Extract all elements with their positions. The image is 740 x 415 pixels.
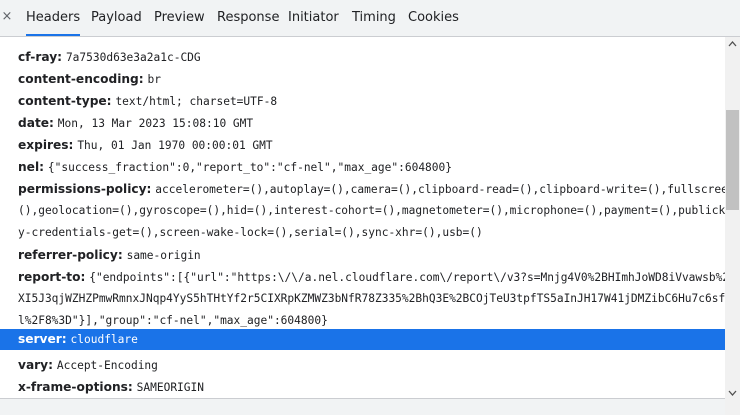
close-icon[interactable]: × (0, 9, 14, 24)
horizontal-scrollbar[interactable] (0, 398, 725, 415)
tab-response[interactable]: Response (217, 0, 279, 36)
header-row-expires[interactable]: expires: Thu, 01 Jan 1970 00:00:01 GMT (18, 134, 273, 157)
chevron-up-icon[interactable] (727, 40, 738, 48)
header-value: {"success_fraction":0,"report_to":"cf-ne… (47, 161, 453, 174)
tab-payload[interactable]: Payload (91, 0, 142, 36)
devtools-tabbar: × Headers Payload Preview Response Initi… (0, 0, 740, 37)
header-value: Thu, 01 Jan 1970 00:00:01 GMT (77, 139, 273, 152)
header-name: date: (18, 116, 54, 130)
header-value-continuation: y-credentials-get=(),screen-wake-lock=()… (18, 226, 483, 239)
header-name: x-frame-options: (18, 380, 133, 394)
chevron-down-icon[interactable] (727, 389, 738, 397)
header-name: cf-ray: (18, 50, 63, 64)
header-row-permissions-policy[interactable]: permissions-policy: accelerometer=(),aut… (18, 178, 725, 201)
header-row-nel[interactable]: nel: {"success_fraction":0,"report_to":"… (18, 156, 452, 179)
header-name: content-encoding: (18, 72, 144, 86)
scrollbar-corner (725, 403, 740, 415)
header-row-vary[interactable]: vary: Accept-Encoding (18, 354, 158, 377)
header-value: Mon, 13 Mar 2023 15:08:10 GMT (57, 117, 254, 130)
header-row-content-encoding[interactable]: content-encoding: br (18, 68, 161, 91)
header-name: vary: (18, 358, 53, 372)
header-name: nel: (18, 160, 44, 174)
header-name: permissions-policy: (18, 182, 152, 196)
header-value: text/html; charset=UTF-8 (115, 95, 278, 108)
header-row-date[interactable]: date: Mon, 13 Mar 2023 15:08:10 GMT (18, 112, 253, 135)
tab-initiator[interactable]: Initiator (288, 0, 339, 36)
tab-headers[interactable]: Headers (26, 0, 81, 36)
tab-timing[interactable]: Timing (352, 0, 396, 36)
vertical-scrollbar[interactable] (725, 37, 740, 403)
header-value: SAMEORIGIN (136, 381, 204, 394)
header-value: accelerometer=(),autoplay=(),camera=(),c… (155, 183, 725, 196)
header-name: report-to: (18, 270, 86, 284)
header-value: Accept-Encoding (56, 359, 158, 372)
header-row-referrer-policy[interactable]: referrer-policy: same-origin (18, 244, 201, 267)
header-name: expires: (18, 138, 74, 152)
header-row-server-selected[interactable]: server: cloudflare (0, 329, 725, 350)
header-value-continuation: (),geolocation=(),gyroscope=(),hid=(),in… (18, 204, 725, 217)
header-row-cf-ray[interactable]: cf-ray: 7a7530d63e3a2a1c-CDG (18, 46, 201, 69)
header-name: server: (18, 332, 67, 346)
header-row-content-type[interactable]: content-type: text/html; charset=UTF-8 (18, 90, 277, 113)
header-row-report-to[interactable]: report-to: {"endpoints":[{"url":"https:\… (18, 266, 725, 289)
header-name: referrer-policy: (18, 248, 123, 262)
header-row-x-frame-options[interactable]: x-frame-options: SAMEORIGIN (18, 376, 204, 398)
header-value: 7a7530d63e3a2a1c-CDG (65, 51, 201, 64)
header-value: br (147, 73, 162, 86)
header-value: {"endpoints":[{"url":"https:\/\/a.nel.cl… (89, 271, 725, 284)
header-value: cloudflare (70, 333, 138, 346)
vertical-scrollbar-thumb[interactable] (726, 110, 739, 210)
header-value: same-origin (126, 249, 201, 262)
header-name: content-type: (18, 94, 112, 108)
header-value-continuation: XI5J3qjWZHZPmwRmnxJNqp4YyS5hTHtYf2r5CIXR… (18, 292, 725, 305)
tab-cookies[interactable]: Cookies (408, 0, 459, 36)
tab-preview[interactable]: Preview (154, 0, 205, 36)
